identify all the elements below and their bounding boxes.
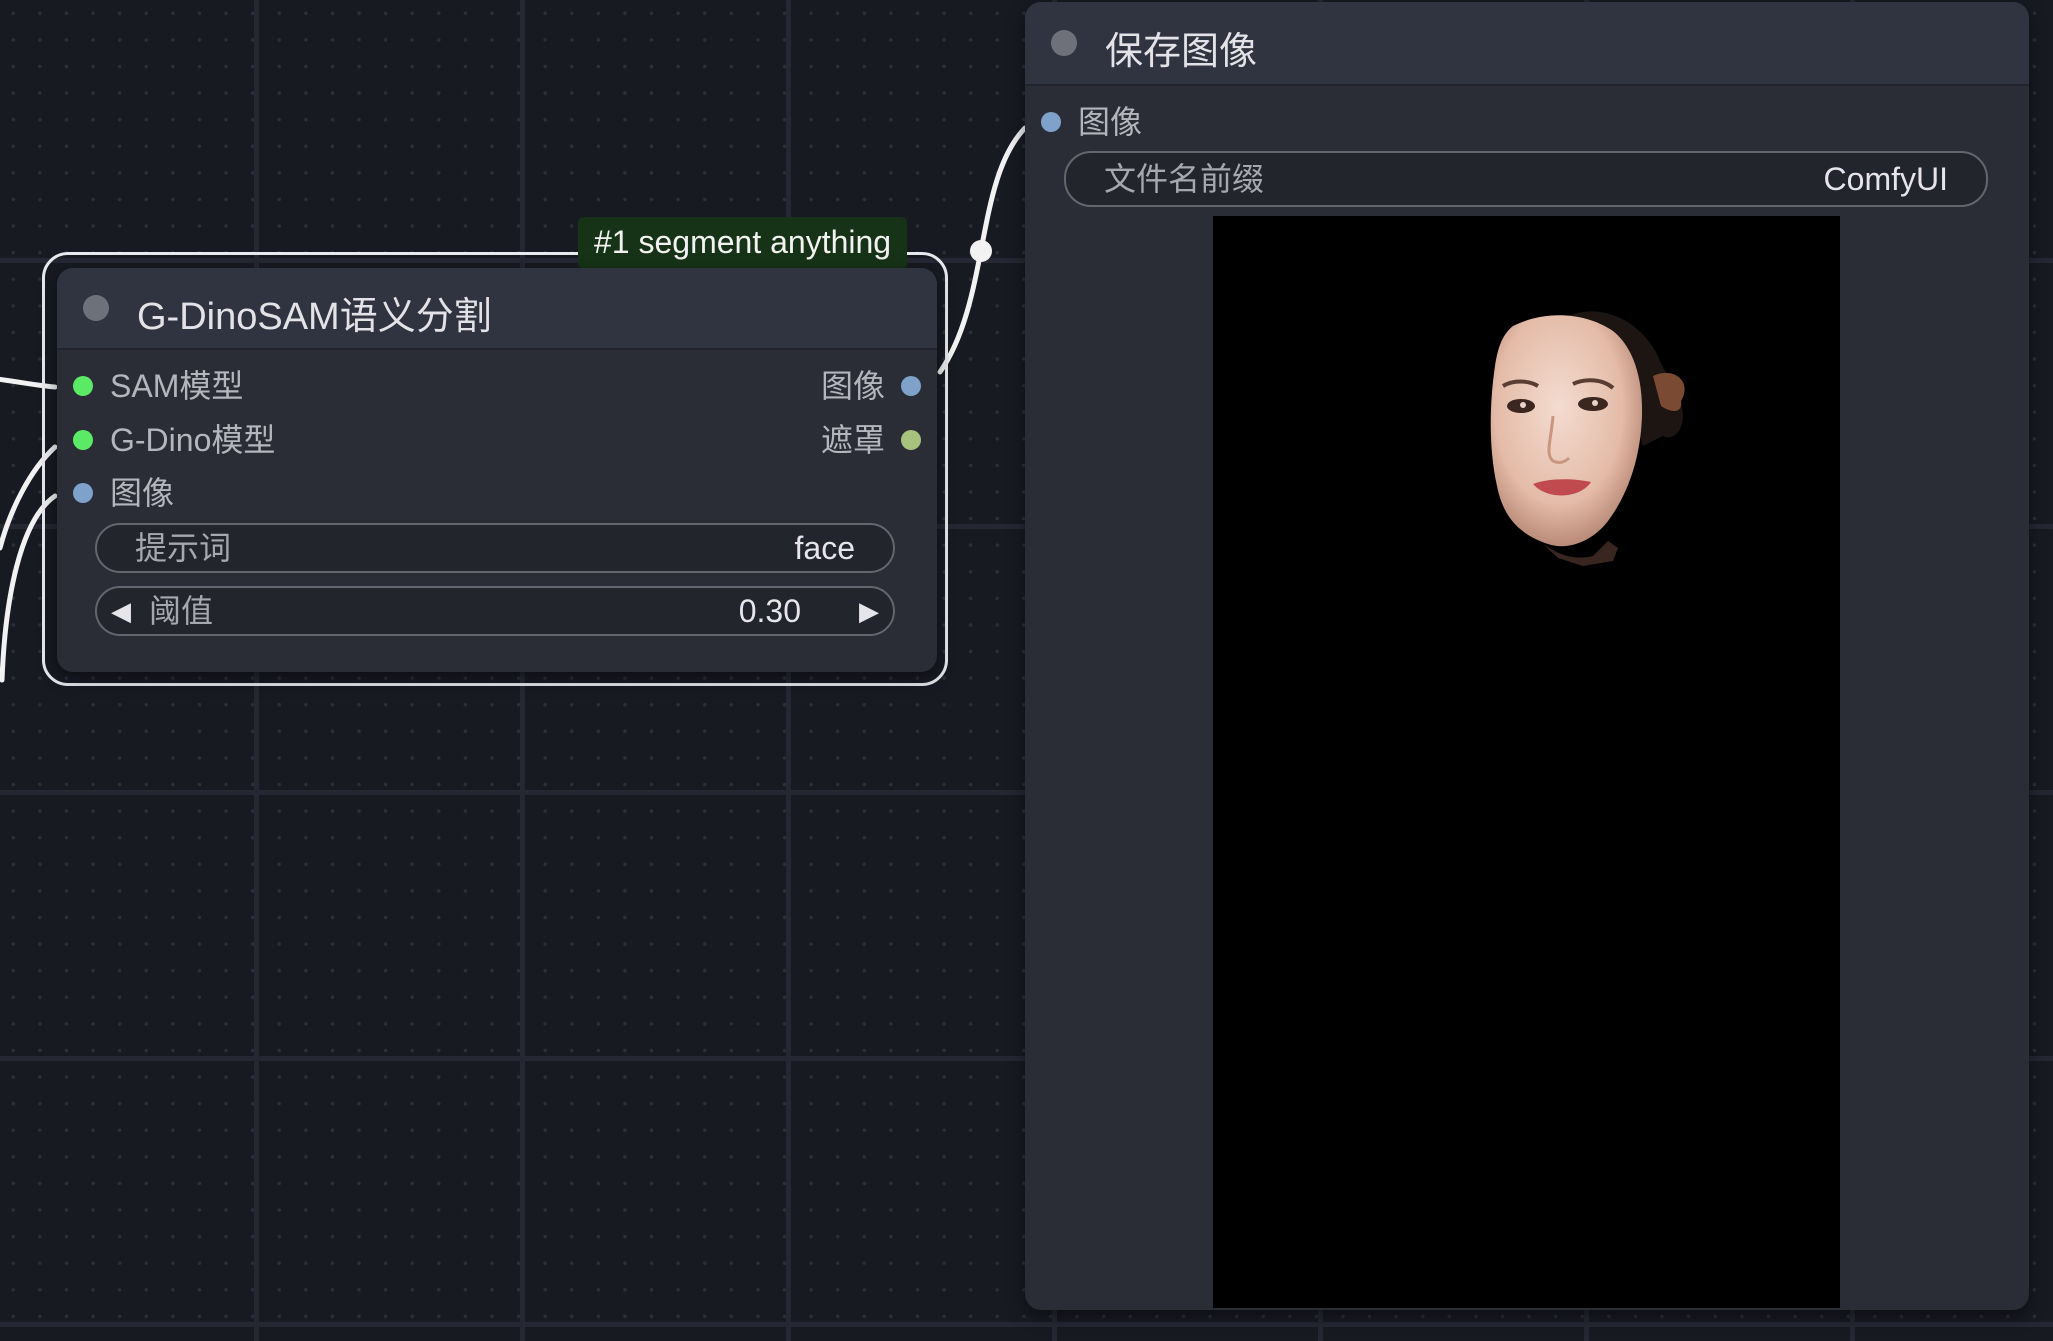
threshold-number-widget[interactable]: ◀ 阈值 0.30 ▶	[95, 586, 895, 636]
output-slot-label: 遮罩	[820, 422, 885, 458]
segment-node[interactable]: G-DinoSAM语义分割 SAM模型 G-Dino模型 图像 图像 遮罩 提示…	[57, 268, 937, 672]
threshold-value[interactable]: 0.30	[739, 588, 801, 634]
save-node-title: 保存图像	[1105, 31, 1258, 73]
input-slot-sam-model[interactable]: SAM模型	[57, 366, 457, 406]
image-slot-icon[interactable]	[1041, 112, 1061, 132]
filename-prefix-value: ComfyUI	[1823, 161, 1948, 197]
filename-prefix-label: 文件名前缀	[1104, 161, 1265, 197]
input-slot-image[interactable]: 图像	[1025, 102, 1425, 142]
image-preview	[1213, 216, 1840, 1308]
collapse-icon[interactable]	[1051, 30, 1077, 56]
threshold-label: 阈值	[149, 593, 214, 629]
decrement-arrow-icon[interactable]: ◀	[111, 588, 131, 634]
input-slot-label: 图像	[110, 475, 175, 511]
segment-node-header[interactable]: G-DinoSAM语义分割	[57, 268, 937, 350]
group-tag[interactable]: #1 segment anything	[578, 217, 908, 269]
input-slot-label: 图像	[1078, 104, 1143, 140]
input-slot-image[interactable]: 图像	[57, 473, 457, 513]
graph-canvas[interactable]: #1 segment anything G-DinoSAM语义分割 SAM模型 …	[0, 0, 2053, 1341]
model-slot-icon[interactable]	[73, 430, 93, 450]
increment-arrow-icon[interactable]: ▶	[859, 588, 879, 634]
link-output-to-save	[937, 125, 1028, 375]
model-slot-icon[interactable]	[73, 376, 93, 396]
image-slot-icon[interactable]	[73, 483, 93, 503]
output-slot-image[interactable]: 图像	[537, 366, 937, 406]
output-slot-label: 图像	[820, 368, 885, 404]
collapse-icon[interactable]	[83, 295, 109, 321]
prompt-label: 提示词	[135, 530, 232, 566]
output-slot-mask[interactable]: 遮罩	[537, 420, 937, 460]
mask-slot-icon[interactable]	[901, 430, 921, 450]
link-midpoint-handle[interactable]	[970, 240, 992, 262]
input-slot-gdino-model[interactable]: G-Dino模型	[57, 420, 457, 460]
image-slot-icon[interactable]	[901, 376, 921, 396]
masked-face-image	[1490, 311, 1685, 566]
prompt-text-widget[interactable]: 提示词 face	[95, 523, 895, 573]
prompt-value: face	[794, 530, 855, 566]
save-node-header[interactable]: 保存图像	[1025, 2, 2029, 86]
filename-prefix-widget[interactable]: 文件名前缀 ComfyUI	[1064, 151, 1988, 207]
input-slot-label: G-Dino模型	[110, 422, 276, 458]
input-slot-label: SAM模型	[110, 368, 244, 404]
segment-node-title: G-DinoSAM语义分割	[137, 296, 492, 338]
